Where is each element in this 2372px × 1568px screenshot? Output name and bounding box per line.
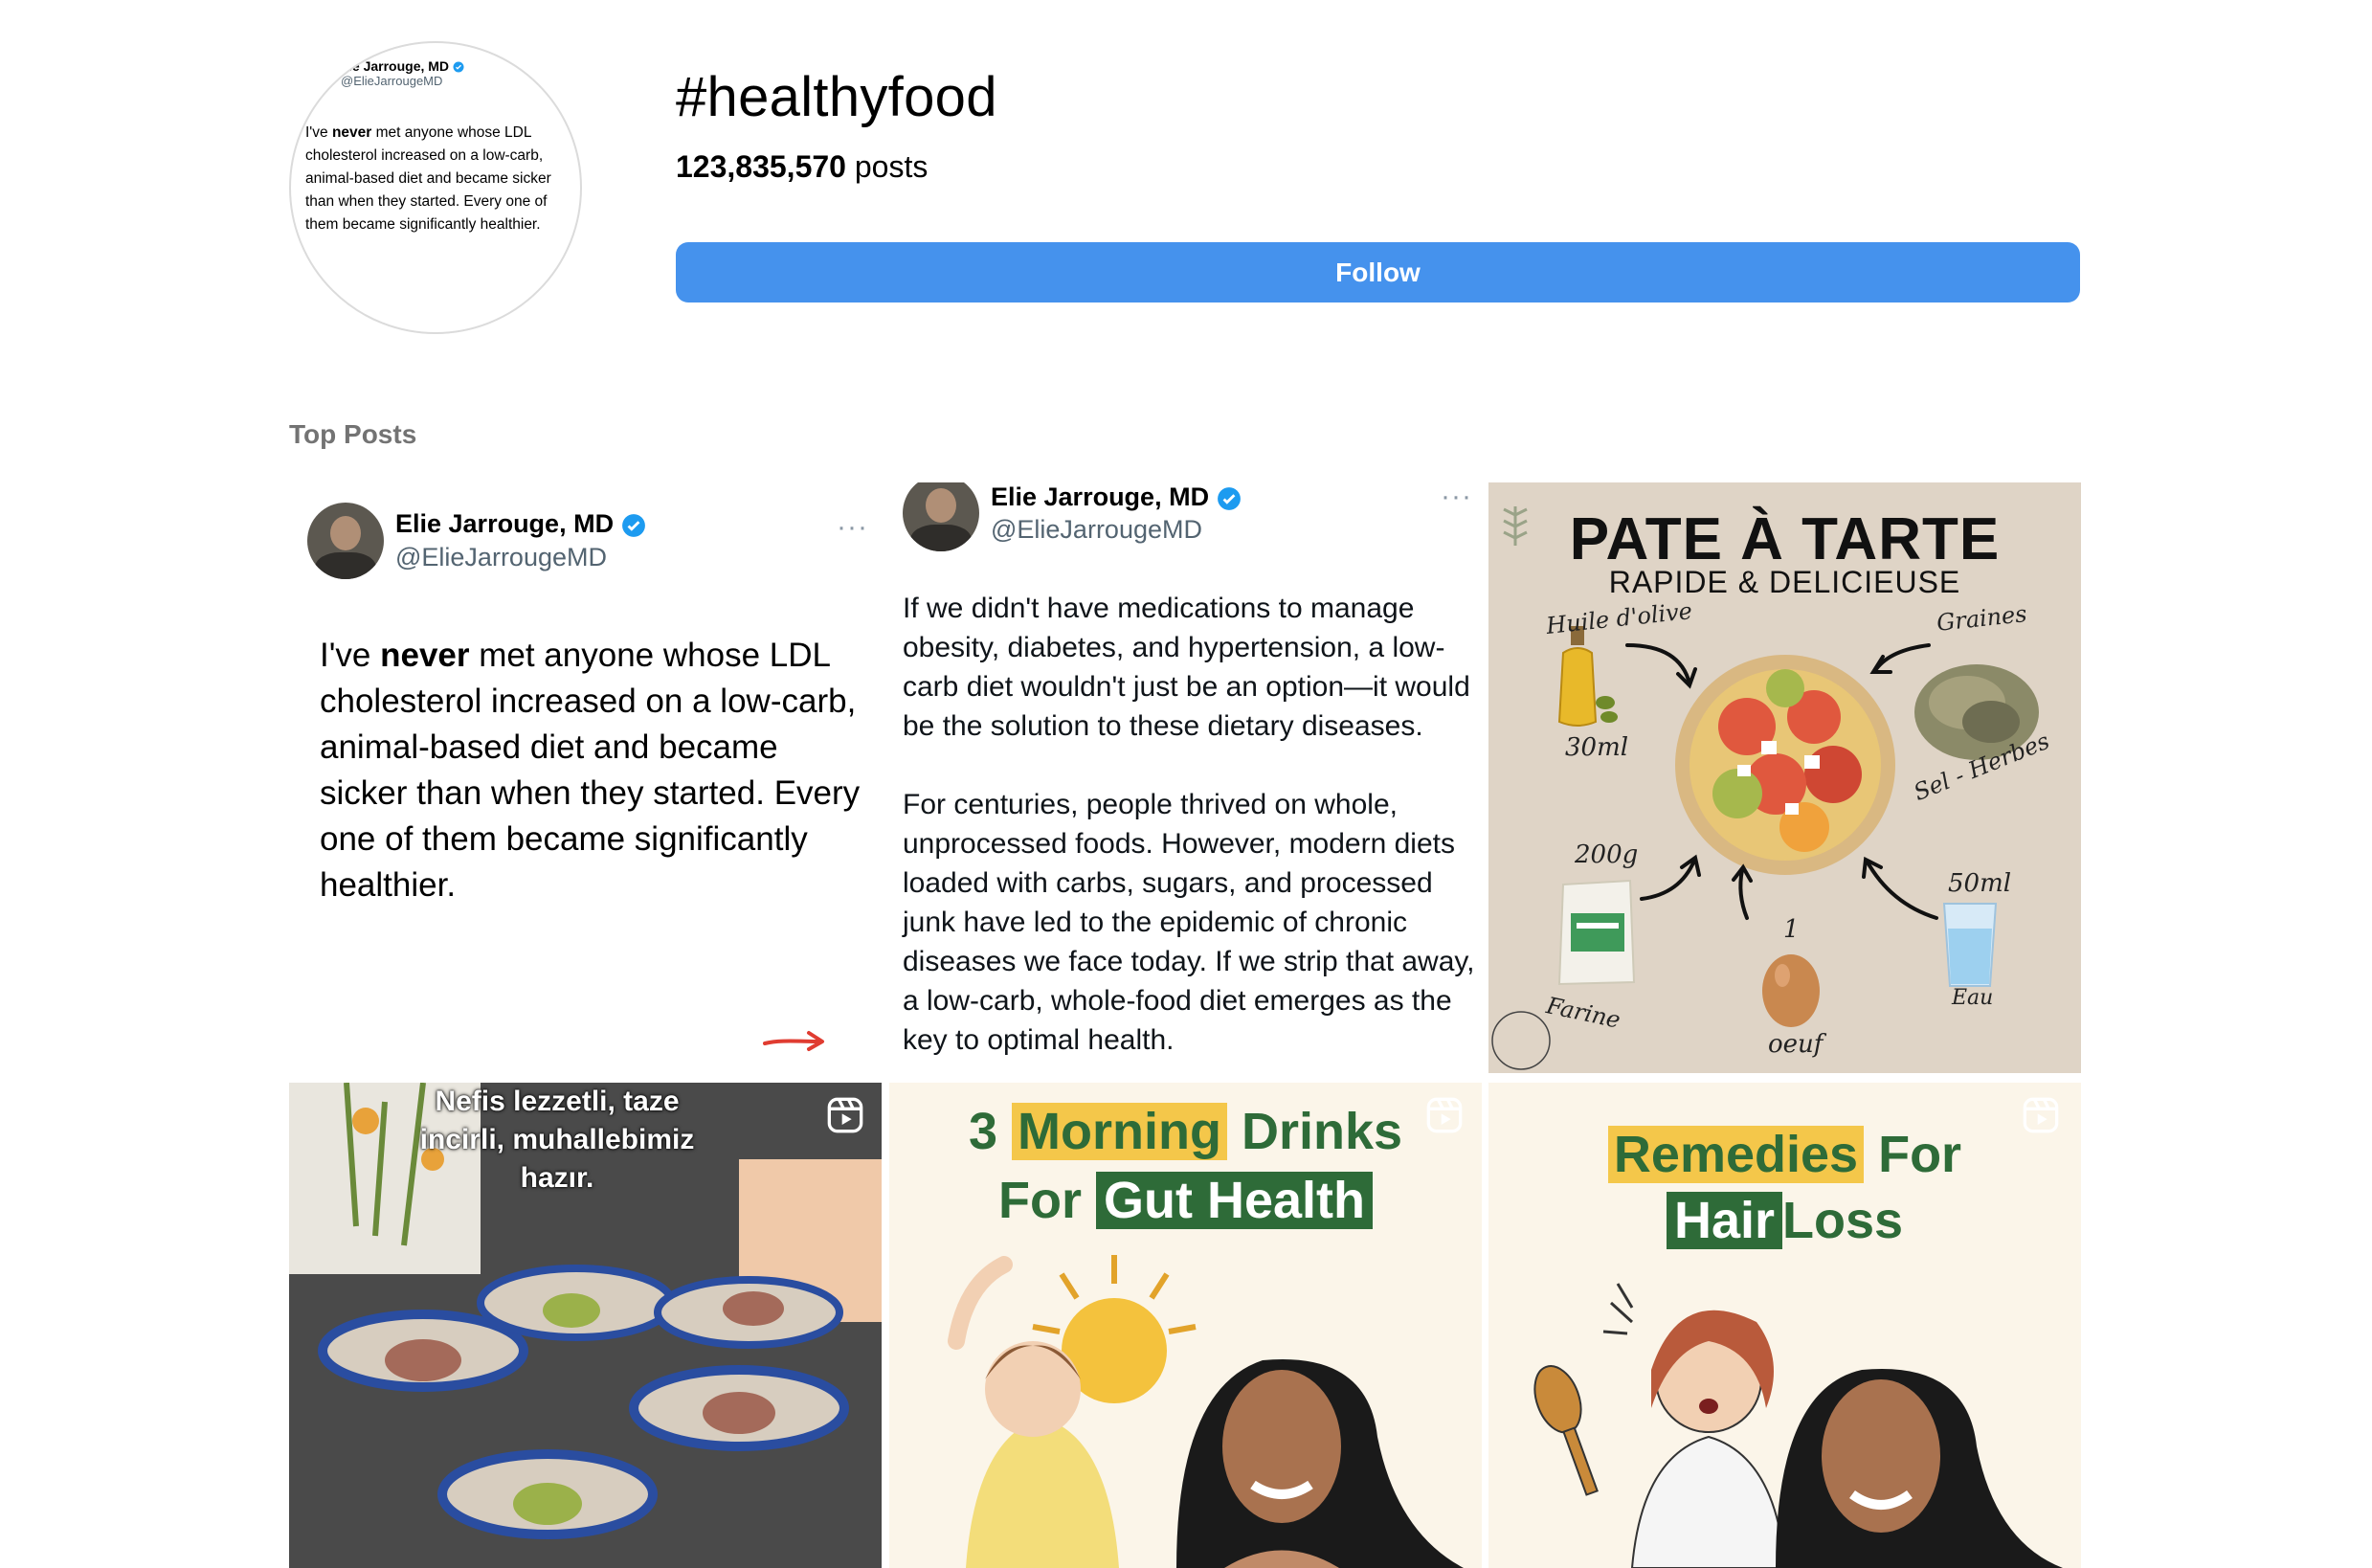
post-tile[interactable]: Nefis lezzetli, taze incirli, muhallebim… xyxy=(289,1083,882,1568)
author-name: Elie Jarrouge, MD xyxy=(395,509,615,538)
promo-illustration xyxy=(1533,1283,2063,1568)
post-tile[interactable]: Elie Jarrouge, MD @ElieJarrougeMD ··· I'… xyxy=(289,482,882,1073)
reel-caption: Nefis lezzetli, taze incirli, muhallebim… xyxy=(419,1086,695,1194)
tweet-text: If we didn't have medications to manage … xyxy=(903,589,1477,1073)
post-tile[interactable]: 3 Morning Drinks For Gut Health xyxy=(889,1083,1482,1568)
reel-icon xyxy=(827,1097,863,1133)
post-tile[interactable]: PATE À TARTE RAPIDE & DELICIEUSE Huile d… xyxy=(1488,482,2081,1073)
avatar-preview-handle: @ElieJarrougeMD xyxy=(341,74,443,88)
author-handle: @ElieJarrougeMD xyxy=(991,515,1202,544)
promo-word: For xyxy=(1878,1126,1962,1183)
verified-badge-icon xyxy=(621,513,645,537)
promo-word-highlight: Hair xyxy=(1666,1192,1782,1249)
author-name: Elie Jarrouge, MD xyxy=(991,482,1210,511)
author-avatar xyxy=(903,482,979,551)
follow-button[interactable]: Follow xyxy=(676,242,2080,302)
promo-word: Drinks xyxy=(1241,1103,1403,1160)
post-count-value: 123,835,570 xyxy=(676,149,846,184)
reel-icon xyxy=(2023,1097,2059,1133)
promo-word: For xyxy=(997,1172,1082,1229)
promo-word-highlight: Remedies xyxy=(1607,1126,1865,1183)
post-count: 123,835,570 posts xyxy=(676,147,928,186)
promo-illustration xyxy=(948,1255,1464,1568)
recipe-arrows xyxy=(1491,643,1938,1070)
author-handle: @ElieJarrougeMD xyxy=(395,543,607,571)
tweet-paragraph: If we didn't have medications to manage … xyxy=(903,593,1470,742)
post-count-suffix: posts xyxy=(854,149,929,184)
reel-icon xyxy=(1426,1097,1463,1133)
more-options-icon: ··· xyxy=(837,511,868,543)
red-arrow-icon xyxy=(763,1031,824,1051)
tweet-paragraph: For centuries, people thrived on whole, … xyxy=(903,789,1475,1056)
avatar-preview-name: ie Jarrouge, MD xyxy=(348,58,450,74)
promo-word: 3 xyxy=(968,1103,997,1160)
hashtag-avatar: ie Jarrouge, MD @ElieJarrougeMD I've nev… xyxy=(289,41,582,334)
author-avatar xyxy=(307,503,384,579)
verified-badge-icon xyxy=(453,61,464,73)
promo-word: Loss xyxy=(1782,1192,1904,1249)
more-options-icon: ··· xyxy=(1441,482,1472,512)
promo-word-highlight: Gut Health xyxy=(1096,1172,1374,1229)
page-title: #healthyfood xyxy=(676,66,997,128)
promo-word-highlight: Morning xyxy=(1012,1103,1227,1160)
verified-badge-icon xyxy=(1217,486,1241,510)
section-label-top-posts: Top Posts xyxy=(289,419,417,449)
avatar-preview-text: I've never met anyone whose LDL choleste… xyxy=(305,124,551,233)
tweet-text: I've never met anyone whose LDL choleste… xyxy=(320,637,861,904)
post-tile[interactable]: Elie Jarrouge, MD @ElieJarrougeMD ··· If… xyxy=(889,482,1482,1073)
post-tile[interactable]: Remedies For Hair Loss xyxy=(1488,1083,2081,1568)
